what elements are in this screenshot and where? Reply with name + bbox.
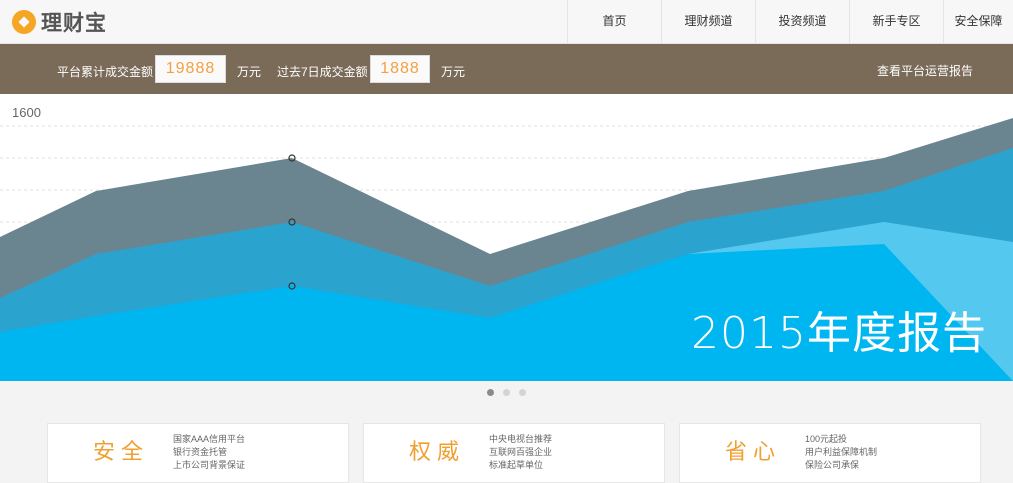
card-line: 上市公司背景保证 [173, 460, 246, 470]
operation-report-link[interactable]: 查看平台运营报告 [877, 62, 973, 79]
card-line: 互联网百强企业 [489, 447, 553, 457]
week-volume-value: 1888 [370, 55, 430, 83]
feature-card-authority[interactable]: 权威 中央电视台推荐 互联网百强企业 标准起草单位 [363, 423, 665, 483]
feature-card-ease[interactable]: 省心 100元起投 用户利益保障机制 保险公司承保 [679, 423, 981, 483]
nav-item-invest[interactable]: 投资频道 [755, 0, 849, 44]
banner-title: 2015年度报告 [691, 308, 987, 359]
card-title: 省心 [725, 440, 782, 465]
logo-text: 理财宝 [41, 12, 107, 35]
site-logo[interactable]: 理财宝 [12, 8, 107, 36]
card-line: 国家AAA信用平台 [173, 434, 246, 444]
card-details: 100元起投 用户利益保障机制 保险公司承保 [805, 433, 877, 472]
carousel-dots [0, 389, 1013, 399]
week-volume-unit: 万元 [441, 65, 466, 79]
nav-item-security[interactable]: 安全保障 [943, 0, 1013, 44]
carousel-dot-1[interactable] [487, 389, 494, 396]
week-volume-label: 过去7日成交金额 [277, 65, 368, 79]
annual-report-banner[interactable]: 1600 2015年度报告 [0, 94, 1013, 381]
total-volume-value: 19888 [155, 55, 226, 83]
total-volume-label: 平台累计成交金额 [57, 65, 154, 79]
card-line: 银行资金托管 [173, 447, 228, 457]
stats-bar: 平台累计成交金额 19888 万元 过去7日成交金额 1888 万元 查看平台运… [0, 44, 1013, 94]
card-title: 权威 [409, 440, 466, 465]
y-axis-label: 1600 [12, 105, 41, 120]
carousel-dot-2[interactable] [503, 389, 510, 396]
card-details: 中央电视台推荐 互联网百强企业 标准起草单位 [489, 433, 552, 472]
carousel-dot-3[interactable] [519, 389, 526, 396]
card-details: 国家AAA信用平台 银行资金托管 上市公司背景保证 [173, 433, 245, 472]
nav-item-home[interactable]: 首页 [567, 0, 661, 44]
feature-card-security[interactable]: 安全 国家AAA信用平台 银行资金托管 上市公司背景保证 [47, 423, 349, 483]
card-line: 用户利益保障机制 [805, 447, 878, 457]
main-nav: 首页 理财频道 投资频道 新手专区 安全保障 [567, 0, 1013, 44]
total-volume-unit: 万元 [237, 65, 262, 79]
card-line: 中央电视台推荐 [489, 434, 553, 444]
site-header: 理财宝 首页 理财频道 投资频道 新手专区 安全保障 [0, 0, 1013, 44]
nav-item-newbie[interactable]: 新手专区 [849, 0, 943, 44]
card-line: 保险公司承保 [805, 460, 860, 470]
card-line: 标准起草单位 [489, 460, 544, 470]
nav-item-finance[interactable]: 理财频道 [661, 0, 755, 44]
logo-diamond-icon [12, 10, 36, 34]
card-title: 安全 [93, 440, 150, 465]
card-line: 100元起投 [805, 434, 848, 444]
